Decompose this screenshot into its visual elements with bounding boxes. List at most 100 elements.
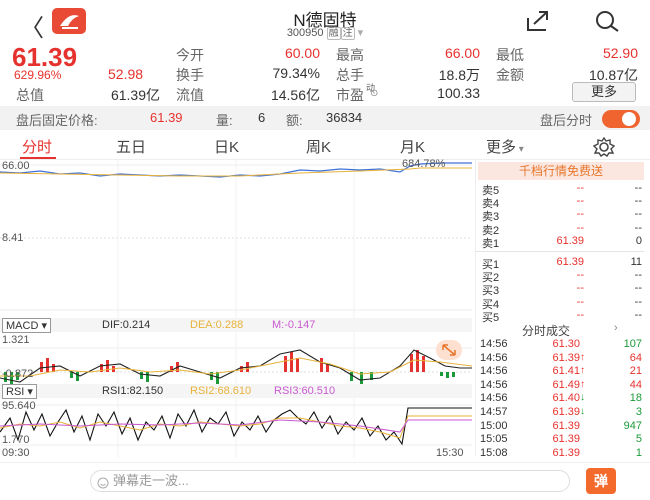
ask-price: --: [576, 208, 584, 221]
intraday-chart-svg: [0, 160, 473, 458]
chart-area[interactable]: 66.00 8.41 684.78% MACD ▾ DIF:0.214 DEA:…: [0, 158, 473, 459]
open-value: 60.00: [284, 45, 320, 61]
trade-price: 61.39: [552, 433, 580, 446]
bid-price: --: [576, 295, 584, 308]
high-value: 66.00: [444, 45, 480, 61]
trade-direction-icon: ↓: [580, 392, 585, 404]
trade-price: 61.39: [552, 419, 580, 432]
trade-price: 61.39: [552, 446, 580, 459]
macd-name: MACD: [6, 320, 39, 332]
trade-time: 15:08: [480, 446, 508, 459]
rsi-selector[interactable]: RSI ▾: [2, 384, 37, 399]
macd-bottom-label: -0.872: [2, 368, 34, 380]
margin-tag: 融: [326, 27, 341, 40]
rsi-top-label: 95.640: [2, 400, 36, 412]
end-time-label: 15:30: [436, 447, 464, 459]
bid-price: --: [576, 308, 584, 321]
trade-time: 14:56: [480, 392, 508, 405]
dropdown-arrow-icon[interactable]: ▾: [358, 27, 364, 39]
trade-time: 14:56: [480, 351, 508, 364]
after-timeshare-label: 盘后分时: [540, 113, 593, 128]
market-cap-label: 总值: [16, 87, 44, 103]
low-label: 最低: [496, 47, 524, 63]
trade-volume: 5: [635, 433, 642, 446]
tab-more[interactable]: 更多 ▾: [486, 136, 524, 157]
smile-icon[interactable]: [97, 476, 109, 494]
high-label: 最高: [336, 47, 364, 63]
change-value: 52.98: [108, 66, 144, 82]
pe-label: 市盈: [336, 87, 364, 103]
turnover-label: 换手: [176, 67, 204, 83]
tab-five-day[interactable]: 五日: [116, 136, 146, 157]
amount-label: 金额: [496, 67, 524, 83]
float-cap-value: 14.56亿: [270, 87, 320, 103]
trade-volume: 64: [629, 351, 642, 364]
trades-title[interactable]: 分时成交: [522, 322, 570, 339]
trade-volume: 18: [629, 392, 642, 405]
more-stats-button[interactable]: 更多: [572, 82, 636, 102]
rsi-bottom-label: 1.770: [2, 434, 30, 446]
after-amt-value: 36834: [326, 110, 363, 125]
tab-weekly-k[interactable]: 周K: [306, 136, 331, 157]
bid-price: 61.39: [556, 256, 584, 268]
trade-time: 14:57: [480, 406, 508, 418]
note-tag: 注: [340, 27, 355, 40]
book-divider: [476, 251, 644, 252]
rsi2-value: RSI2:68.610: [190, 385, 252, 397]
gear-icon[interactable]: [592, 136, 616, 162]
bid-volume: --: [634, 282, 642, 295]
ask-volume: --: [634, 221, 642, 234]
start-time-label: 09:30: [2, 447, 30, 459]
search-icon[interactable]: [594, 10, 620, 37]
trade-volume: 1: [635, 446, 642, 459]
macd-top-label: 1.321: [2, 334, 30, 346]
danmaku-input[interactable]: 弹幕走一波...: [90, 470, 570, 492]
after-vol-value: 6: [258, 110, 266, 125]
trade-volume: 107: [623, 338, 642, 350]
ask-volume: --: [634, 195, 642, 208]
macd-m: M:-0.147: [272, 319, 316, 331]
trade-time: 15:05: [480, 433, 508, 446]
trade-time: 15:00: [480, 419, 508, 432]
volume-label: 总手: [336, 67, 364, 83]
ask-price: --: [576, 195, 584, 208]
ask-price: 61.39: [556, 234, 584, 247]
bid-price: --: [576, 282, 584, 295]
trade-time: 14:56: [480, 365, 508, 378]
change-percent: 629.96%: [14, 68, 62, 82]
volume-value: 18.8万: [438, 67, 480, 83]
share-icon[interactable]: [526, 10, 550, 37]
macd-dea: DEA:0.288: [190, 319, 244, 331]
level-data-banner[interactable]: 千档行情免费送: [478, 162, 644, 180]
ask-volume: --: [634, 182, 642, 194]
stock-code: 300950: [286, 27, 324, 39]
tab-more-label: 更多: [486, 139, 517, 156]
danmaku-toggle-button[interactable]: 弹: [586, 468, 616, 494]
rsi1-value: RSI1:82.150: [102, 385, 164, 397]
bid-price: --: [576, 269, 584, 282]
macd-header: MACD ▾ DIF:0.214 DEA:0.288 M:-0.147: [0, 318, 472, 333]
tab-intraday[interactable]: 分时: [22, 136, 52, 157]
trade-direction-icon: ↑: [580, 365, 585, 377]
intraday-pct-label: 684.78%: [402, 158, 446, 170]
chevron-right-icon[interactable]: ›: [614, 322, 618, 334]
after-price-label: 盘后固定价格:: [16, 113, 98, 128]
trade-direction-icon: ↓: [580, 406, 585, 417]
trade-volume: 44: [629, 378, 642, 391]
stock-code-row: 300950 融注 ▾: [0, 24, 650, 40]
bid-volume: 11: [630, 256, 642, 268]
tab-daily-k[interactable]: 日K: [214, 136, 239, 157]
trade-direction-icon: ↑: [580, 378, 585, 390]
open-label: 今开: [176, 47, 204, 63]
expand-chart-icon[interactable]: [436, 340, 462, 360]
tab-monthly-k[interactable]: 月K: [400, 136, 425, 157]
float-cap-label: 流值: [176, 87, 204, 103]
bid-label: 买5: [482, 311, 500, 324]
rsi-name: RSI: [6, 386, 25, 398]
info-dots-icon[interactable]: ⊙: [370, 88, 378, 99]
trade-time: 14:56: [480, 338, 508, 350]
after-hours-bar: 盘后固定价格: 61.39 量: 6 额: 36834 盘后分时: [0, 106, 650, 130]
intraday-mid-label: 8.41: [2, 232, 24, 244]
macd-selector[interactable]: MACD ▾: [2, 318, 51, 333]
rsi3-value: RSI3:60.510: [274, 385, 336, 397]
